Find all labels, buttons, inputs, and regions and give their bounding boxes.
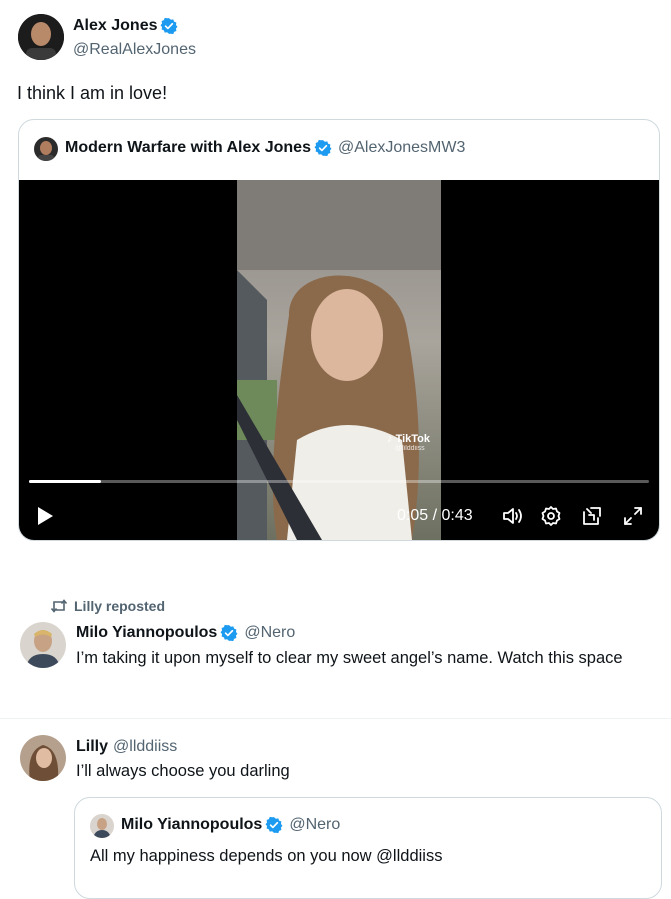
author-handle[interactable]: @llddiiss bbox=[113, 738, 177, 756]
author-name[interactable]: Lilly bbox=[76, 738, 108, 756]
video-frame bbox=[237, 180, 441, 540]
tiktok-watermark-handle: @lilddiiss bbox=[395, 445, 425, 452]
post-text: I’ll always choose you darling bbox=[76, 762, 290, 780]
author-name[interactable]: Milo Yiannopoulos bbox=[76, 624, 217, 642]
quoted-author-name: Milo Yiannopoulos bbox=[121, 816, 263, 833]
reposted-by-label[interactable]: Lilly reposted bbox=[74, 598, 165, 614]
fullscreen-icon[interactable] bbox=[622, 505, 644, 527]
author-handle[interactable]: @RealAlexJones bbox=[73, 41, 196, 59]
avatar-milo[interactable] bbox=[20, 622, 66, 668]
avatar-modern-warfare bbox=[34, 137, 58, 161]
quoted-author-name: Modern Warfare with Alex Jones bbox=[65, 139, 311, 156]
post-text: I think I am in love! bbox=[17, 83, 168, 103]
settings-icon[interactable] bbox=[540, 505, 562, 527]
video-progress-fill bbox=[29, 480, 101, 483]
quoted-post-card[interactable]: Milo Yiannopoulos @Nero All my happiness… bbox=[74, 797, 662, 899]
verified-badge-icon bbox=[265, 816, 283, 834]
avatar-milo-small bbox=[90, 814, 114, 838]
author-handle[interactable]: @Nero bbox=[244, 624, 295, 642]
divider bbox=[0, 718, 671, 719]
video-time: 0:05 / 0:43 bbox=[397, 507, 473, 524]
picture-in-picture-icon[interactable] bbox=[581, 505, 603, 527]
volume-icon[interactable] bbox=[501, 505, 525, 527]
quoted-post-card[interactable]: Modern Warfare with Alex Jones @AlexJone… bbox=[18, 119, 660, 541]
quoted-post-text: All my happiness depends on you now @lld… bbox=[90, 847, 443, 865]
post-text: I’m taking it upon myself to clear my sw… bbox=[76, 649, 623, 667]
video-progress-track[interactable] bbox=[29, 480, 649, 483]
quoted-author-handle: @Nero bbox=[289, 816, 341, 833]
tiktok-icon: ♪ bbox=[387, 433, 393, 445]
tiktok-watermark: ♪ TikTok @lilddiiss bbox=[387, 433, 430, 452]
verified-badge-icon bbox=[161, 17, 178, 35]
play-icon[interactable] bbox=[34, 505, 56, 527]
avatar-lilly[interactable] bbox=[20, 735, 66, 781]
verified-badge-icon bbox=[314, 139, 332, 157]
video-player[interactable]: ♪ TikTok @lilddiiss 0:05 / 0:43 bbox=[19, 180, 659, 540]
verified-badge-icon bbox=[220, 624, 238, 642]
author-name[interactable]: Alex Jones bbox=[73, 17, 157, 35]
quoted-author-handle: @AlexJonesMW3 bbox=[337, 139, 466, 156]
repost-icon bbox=[50, 599, 68, 613]
avatar-alex-jones[interactable] bbox=[18, 14, 64, 60]
